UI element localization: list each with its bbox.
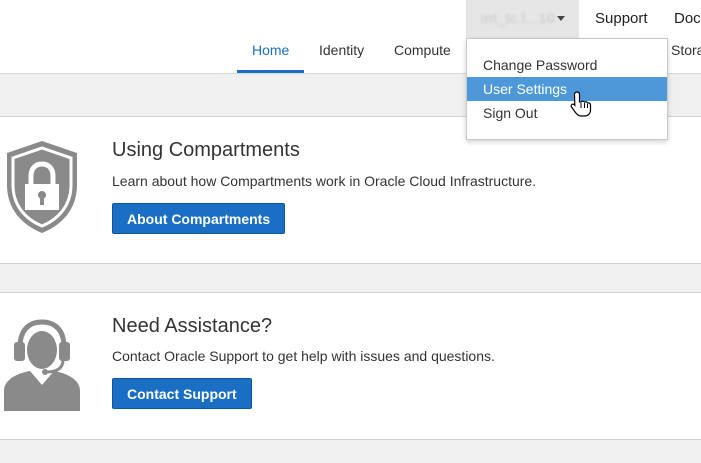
contact-support-button[interactable]: Contact Support	[112, 378, 252, 409]
hand-pointer-icon	[570, 91, 592, 117]
shield-lock-icon	[7, 141, 77, 233]
menu-item-user-settings[interactable]: User Settings	[467, 77, 667, 101]
support-agent-icon	[4, 319, 80, 411]
username-label: int_tc.l...10	[481, 10, 556, 26]
about-compartments-button[interactable]: About Compartments	[112, 203, 286, 234]
tab-compute[interactable]: Compute	[394, 42, 451, 58]
menu-item-change-password[interactable]: Change Password	[467, 53, 667, 77]
user-dropdown-menu: Change Password User Settings Sign Out	[466, 38, 668, 140]
tab-identity[interactable]: Identity	[319, 42, 364, 58]
card-title: Using Compartments	[112, 139, 300, 161]
documentation-link[interactable]: Docu	[674, 10, 701, 27]
tab-home[interactable]: Home	[252, 42, 289, 58]
tab-storage[interactable]: Stora	[671, 42, 701, 58]
active-tab-indicator	[237, 70, 304, 73]
card-description: Learn about how Compartments work in Ora…	[112, 173, 537, 189]
card-title: Need Assistance?	[112, 315, 273, 337]
support-link[interactable]: Support	[595, 10, 648, 27]
assistance-card: Need Assistance? Contact Oracle Support …	[0, 292, 701, 440]
menu-item-sign-out[interactable]: Sign Out	[467, 101, 667, 125]
card-description: Contact Oracle Support to get help with …	[112, 348, 495, 364]
user-menu-button[interactable]: int_tc.l...10	[466, 0, 579, 38]
caret-down-icon	[557, 16, 565, 21]
